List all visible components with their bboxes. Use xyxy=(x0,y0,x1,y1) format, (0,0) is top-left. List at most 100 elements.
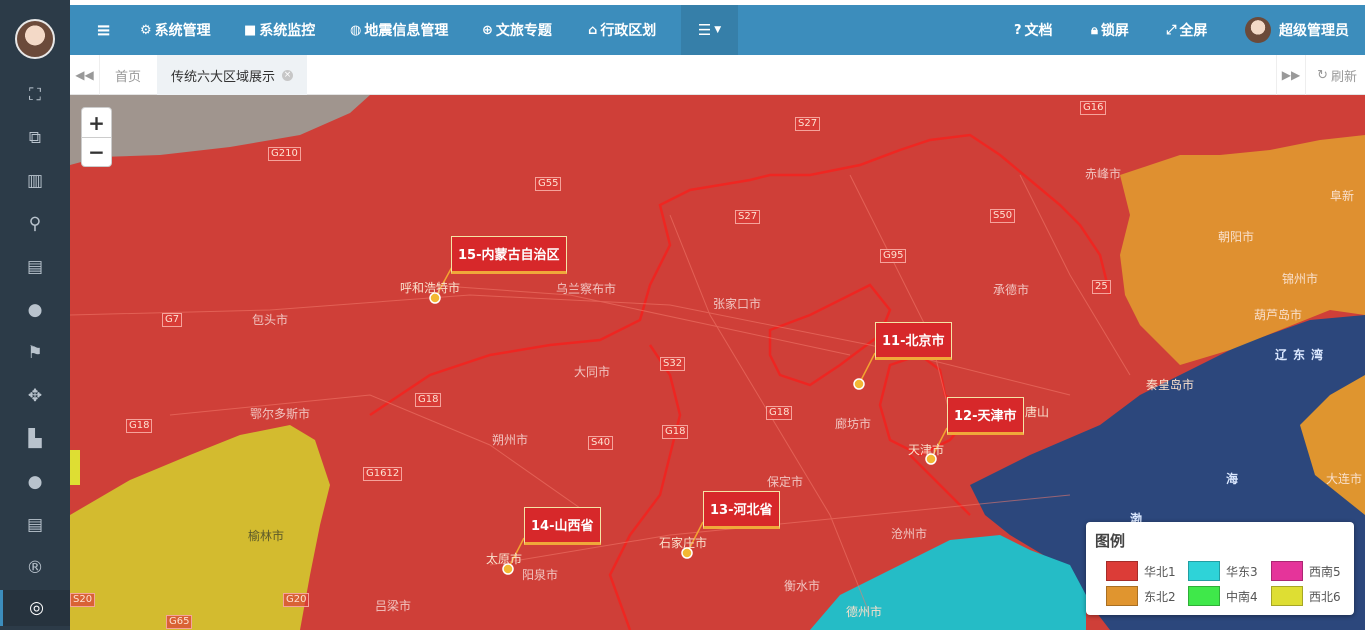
map-legend: 图例 华北1 华东3 西南5 东北2 中南4 西北6 xyxy=(1086,522,1354,615)
video-camera-icon: ■ xyxy=(244,22,257,38)
area-chart-icon[interactable]: ▙ xyxy=(0,421,70,457)
road-label: G18 xyxy=(766,406,793,420)
road-label: S27 xyxy=(735,210,761,224)
marker-beijing xyxy=(853,378,865,390)
region-label-shanxi[interactable]: 14-山西省 xyxy=(524,507,601,545)
lock-icon: 🔒︎ xyxy=(1091,22,1098,38)
map-pin-icon: ◍ xyxy=(350,22,362,38)
city-label: 秦皇岛市 xyxy=(1146,378,1195,392)
map-marker-icon[interactable]: ⚲ xyxy=(0,206,70,242)
legend-item: 西南5 xyxy=(1271,561,1341,581)
region-label-neimenggu[interactable]: 15-内蒙古自治区 xyxy=(451,236,567,274)
road-label: G95 xyxy=(880,249,907,263)
legend-swatch xyxy=(1271,561,1303,581)
map-icon[interactable]: ▥ xyxy=(0,163,70,199)
nav-more-dropdown[interactable]: ☰ ▼ xyxy=(681,5,738,55)
menu-toggle-icon[interactable]: ≡ xyxy=(96,5,111,55)
zoom-out-button[interactable]: − xyxy=(82,137,111,166)
city-label: 廊坊市 xyxy=(835,417,872,431)
sea-label: 海 xyxy=(1226,472,1245,486)
bar-chart-icon[interactable]: ▤ xyxy=(0,507,70,543)
city-label: 天津市 xyxy=(908,443,945,457)
road-label: S20 xyxy=(70,593,96,607)
arrows-icon[interactable]: ✥ xyxy=(0,378,70,414)
nav-culture-tourism[interactable]: ⊕ 文旅专题 xyxy=(482,5,552,55)
legend-item: 东北2 xyxy=(1106,586,1176,606)
legend-item: 中南4 xyxy=(1188,586,1258,606)
city-label: 太原市 xyxy=(486,552,523,566)
nav-lock-screen[interactable]: 🔒︎ 锁屏 xyxy=(1091,5,1129,55)
globe-icon[interactable]: ● xyxy=(0,464,70,500)
nav-fullscreen[interactable]: ⤢ 全屏 xyxy=(1166,5,1207,55)
city-label: 鄂尔多斯市 xyxy=(250,407,311,421)
city-label: 榆林市 xyxy=(248,529,285,543)
user-menu[interactable]: 超级管理员 xyxy=(1245,5,1349,55)
legend-item: 西北6 xyxy=(1271,586,1341,606)
road-label: G210 xyxy=(268,147,301,161)
question-circle-icon: ? xyxy=(1014,22,1022,38)
caret-down-icon: ▼ xyxy=(714,25,722,35)
city-label: 石家庄市 xyxy=(659,536,708,550)
road-label: S50 xyxy=(990,209,1016,223)
road-label: G65 xyxy=(166,615,193,629)
nav-admin-division[interactable]: ⌂ 行政区划 xyxy=(588,5,656,55)
city-label: 朔州市 xyxy=(492,433,529,447)
road-label: S27 xyxy=(795,117,821,131)
zoom-in-button[interactable]: + xyxy=(82,108,111,137)
refresh-button[interactable]: ↻ 刷新 xyxy=(1317,55,1357,95)
app-page: ⛶ ⧉ ▥ ⚲ ▤ ● ⚑ ✥ ▙ ● ▤ ® ◎ ≡ ⚙ 系统管理 ■ 系统监控 … xyxy=(0,0,1365,630)
region-label-beijing[interactable]: 11-北京市 xyxy=(875,322,952,360)
list-icon: ☰ xyxy=(697,21,712,39)
region-label-hebei[interactable]: 13-河北省 xyxy=(703,491,780,529)
close-icon[interactable]: × xyxy=(282,69,294,81)
city-label: 大连市 xyxy=(1326,472,1363,486)
city-label: 锦州市 xyxy=(1282,272,1319,286)
nav-earthquake-info[interactable]: ◍ 地震信息管理 xyxy=(350,5,448,55)
road-label: S32 xyxy=(660,357,686,371)
top-navbar: ≡ ⚙ 系统管理 ■ 系统监控 ◍ 地震信息管理 ⊕ 文旅专题 ⌂ 行政区划 ☰ ▼ ? 文档… xyxy=(70,5,1365,55)
refresh-icon: ↻ xyxy=(1317,67,1328,83)
nav-system-manage[interactable]: ⚙ 系统管理 xyxy=(140,5,211,55)
road-label: G18 xyxy=(415,393,442,407)
city-label: 保定市 xyxy=(767,475,804,489)
road-label: G16 xyxy=(1080,101,1107,115)
tab-home[interactable]: 首页 xyxy=(101,55,155,95)
road-label: G18 xyxy=(662,425,689,439)
road-label: G1612 xyxy=(363,467,403,481)
region-label-tianjin[interactable]: 12-天津市 xyxy=(947,397,1024,435)
nav-system-monitor[interactable]: ■ 系统监控 xyxy=(244,5,315,55)
city-label: 赤峰市 xyxy=(1085,167,1122,181)
road-label: 25 xyxy=(1092,280,1111,294)
city-label: 承德市 xyxy=(993,283,1030,297)
tab-six-regions[interactable]: 传统六大区域展示 × xyxy=(157,55,308,95)
legend-swatch xyxy=(1106,586,1138,606)
road-label: G55 xyxy=(535,177,562,191)
flag-icon[interactable]: ⚑ xyxy=(0,335,70,371)
nav-docs[interactable]: ? 文档 xyxy=(1014,5,1053,55)
city-label: 张家口市 xyxy=(713,297,762,311)
city-label: 阜新 xyxy=(1330,189,1355,203)
life-ring-icon[interactable]: ◎ xyxy=(0,590,70,626)
legend-swatch xyxy=(1271,586,1303,606)
map-view[interactable]: G16 S27 G210 G55 S27 S50 G95 G7 S32 G18 … xyxy=(70,95,1365,630)
life-ring-icon: ⊕ xyxy=(482,22,493,38)
road-label: G18 xyxy=(126,419,153,433)
legend-swatch xyxy=(1188,561,1220,581)
road-label: G7 xyxy=(162,313,183,327)
tachometer-icon[interactable]: ⛶ xyxy=(0,77,70,113)
legend-title: 图例 xyxy=(1095,532,1126,550)
city-label: 朝阳市 xyxy=(1218,230,1255,244)
city-label: 德州市 xyxy=(846,605,883,619)
road-label: S40 xyxy=(588,436,614,450)
registered-icon[interactable]: ® xyxy=(0,550,70,586)
tab-scroll-right-icon[interactable]: ▶▶ xyxy=(1276,55,1306,95)
sidebar-avatar[interactable] xyxy=(15,19,55,59)
legend-swatch xyxy=(1106,561,1138,581)
city-label: 唐山 xyxy=(1025,405,1050,419)
globe-icon[interactable]: ● xyxy=(0,292,70,328)
tab-scroll-left-icon[interactable]: ◀◀ xyxy=(70,55,100,95)
object-group-icon[interactable]: ⧉ xyxy=(0,120,70,156)
city-label: 包头市 xyxy=(252,313,289,327)
left-sidebar: ⛶ ⧉ ▥ ⚲ ▤ ● ⚑ ✥ ▙ ● ▤ ® ◎ xyxy=(0,0,70,630)
bar-chart-icon[interactable]: ▤ xyxy=(0,249,70,285)
